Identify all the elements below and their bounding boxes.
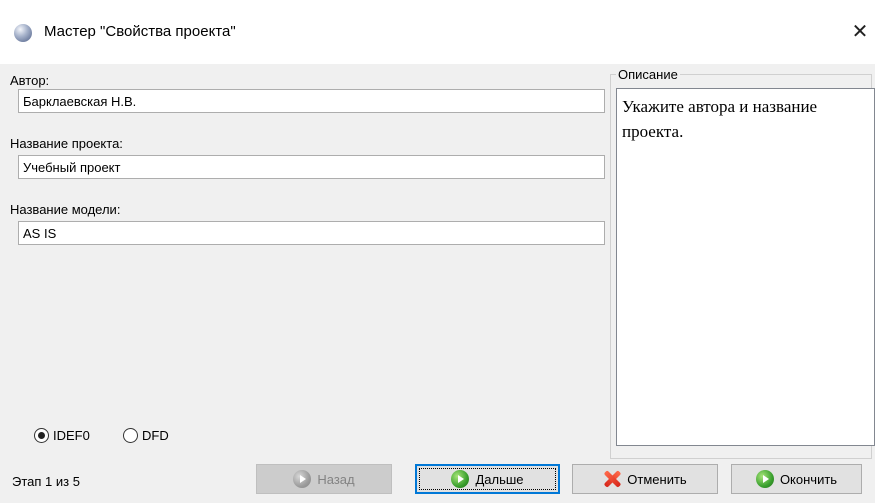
close-icon[interactable]: ✕ [846, 17, 874, 47]
radio-idef0-label: IDEF0 [53, 428, 90, 443]
author-input[interactable] [18, 89, 605, 113]
project-name-input[interactable] [18, 155, 605, 179]
next-button-label: Дальше [475, 471, 524, 487]
cancel-button[interactable]: Отменить [572, 464, 718, 494]
radio-unchecked-icon [123, 428, 138, 443]
project-name-label: Название проекта: [10, 136, 123, 151]
finish-button-label: Окончить [779, 471, 838, 487]
step-indicator: Этап 1 из 5 [12, 474, 80, 489]
model-name-label: Название модели: [10, 202, 121, 217]
radio-idef0[interactable]: IDEF0 [34, 428, 90, 443]
back-button-label: Назад [317, 471, 355, 487]
radio-dfd[interactable]: DFD [123, 428, 169, 443]
author-label: Автор: [10, 73, 50, 88]
description-legend: Описание [616, 67, 680, 82]
window-title: Мастер "Свойства проекта" [44, 23, 236, 40]
next-go-icon [451, 470, 470, 488]
cancel-button-label: Отменить [627, 471, 687, 487]
description-text: Укажите автора и название проекта. [616, 88, 875, 446]
radio-dfd-label: DFD [142, 428, 169, 443]
finish-button[interactable]: Окончить [731, 464, 862, 494]
finish-go-icon [755, 470, 774, 488]
back-go-icon [293, 470, 312, 488]
next-button[interactable]: Дальше [415, 464, 560, 494]
back-button[interactable]: Назад [256, 464, 392, 494]
cancel-x-icon [603, 470, 621, 488]
dialog-body: Автор: Название проекта: Название модели… [0, 64, 875, 503]
app-sphere-icon [14, 24, 32, 42]
radio-checked-icon [34, 428, 49, 443]
title-bar: Мастер "Свойства проекта" ✕ [0, 0, 875, 64]
model-name-input[interactable] [18, 221, 605, 245]
